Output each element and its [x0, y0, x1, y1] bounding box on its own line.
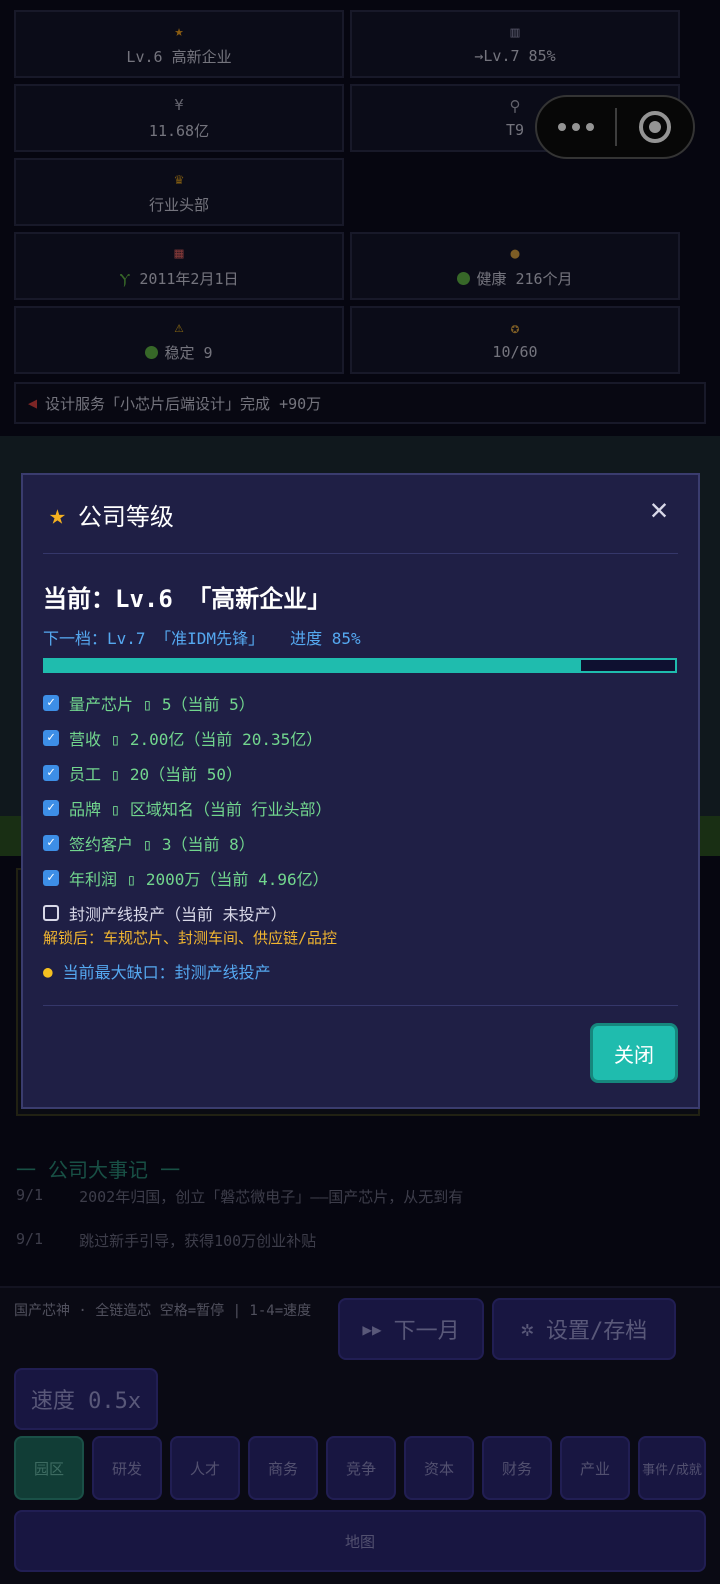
next-level: 下一档：Lv.7 「准IDM先锋」 进度 85% [43, 625, 361, 649]
progress-bar-fill [45, 660, 581, 671]
requirement-item: ✓ 营收 ▯ 2.00亿（当前 20.35亿） [43, 720, 332, 755]
checkbox-checked-icon: ✓ [43, 764, 59, 781]
requirement-item: ✓ 签约客户 ▯ 3（当前 8） [43, 825, 332, 860]
requirements-list: ✓ 量产芯片 ▯ 5（当前 5） ✓ 营收 ▯ 2.00亿（当前 20.35亿） ✓… [43, 685, 332, 930]
company-level-dialog: ★ 公司等级 ✕ 当前：Lv.6 「高新企业」 下一档：Lv.7 「准IDM先锋… [21, 473, 700, 1109]
requirement-item: ✓ 量产芯片 ▯ 5（当前 5） [43, 685, 332, 720]
checkbox-checked-icon: ✓ [43, 799, 59, 816]
requirement-item: ✓ 年利润 ▯ 2000万（当前 4.96亿） [43, 860, 332, 895]
divider [43, 553, 678, 554]
close-button-label: 关闭 [614, 1042, 654, 1067]
requirement-text: 签约客户 ▯ 3（当前 8） [69, 834, 255, 854]
checkbox-checked-icon: ✓ [43, 694, 59, 711]
close-button[interactable]: 关闭 [590, 1023, 678, 1083]
close-icon[interactable]: ✕ [650, 495, 668, 525]
dialog-header: ★ 公司等级 [49, 497, 174, 532]
star-icon: ★ [49, 498, 66, 531]
current-level: 当前：Lv.6 「高新企业」 [43, 585, 332, 613]
checkbox-checked-icon: ✓ [43, 834, 59, 851]
requirement-text: 量产芯片 ▯ 5（当前 5） [69, 694, 255, 714]
checkbox-checked-icon: ✓ [43, 729, 59, 746]
progress-label: 进度 85% [290, 629, 361, 648]
requirement-item: ✓ 品牌 ▯ 区域知名（当前 行业头部） [43, 790, 332, 825]
requirement-item: ✓ 员工 ▯ 20（当前 50） [43, 755, 332, 790]
gap-tip-text: 当前最大缺口：封测产线投产 [62, 963, 271, 982]
progress-bar [43, 658, 677, 673]
requirement-text: 品牌 ▯ 区域知名（当前 行业头部） [69, 799, 332, 819]
dialog-title: 公司等级 [77, 503, 174, 531]
next-level-label: 下一档：Lv.7 「准IDM先锋」 [43, 629, 265, 648]
checkbox-checked-icon: ✓ [43, 869, 59, 886]
requirement-text: 封测产线投产（当前 未投产） [69, 904, 287, 924]
requirement-text: 员工 ▯ 20（当前 50） [69, 764, 243, 784]
unlock-info: 解锁后：车规芯片、封测车间、供应链/品控 [43, 929, 338, 947]
requirement-text: 营收 ▯ 2.00亿（当前 20.35亿） [69, 729, 323, 749]
requirement-item: 封测产线投产（当前 未投产） [43, 895, 332, 930]
divider [43, 1005, 678, 1006]
requirement-text: 年利润 ▯ 2000万（当前 4.96亿） [69, 869, 329, 889]
checkbox-empty-icon [43, 904, 59, 921]
gap-tip: ● 当前最大缺口：封测产线投产 [43, 959, 271, 983]
lightbulb-icon: ● [43, 961, 53, 981]
